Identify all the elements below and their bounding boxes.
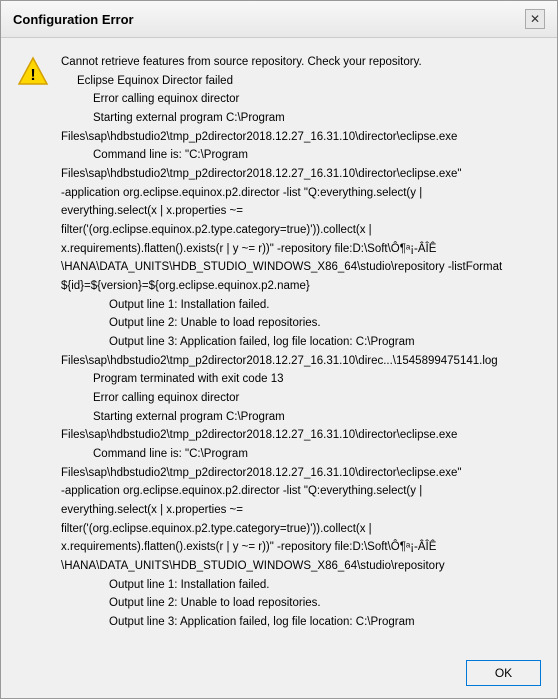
dialog-body: ! Cannot retrieve features from source r… (1, 38, 557, 650)
msg-line24: -application org.eclipse.equinox.p2.dire… (61, 483, 541, 500)
msg-line31: Output line 3: Application failed, log f… (61, 614, 541, 631)
msg-line15: Output line 2: Unable to load repositori… (61, 315, 541, 332)
msg-line3: Error calling equinox director (61, 91, 541, 108)
msg-line5: Files\sap\hdbstudio2\tmp_p2director2018.… (61, 129, 541, 146)
configuration-error-dialog: Configuration Error ✕ ! Cannot retrieve … (0, 0, 558, 699)
msg-line11: x.requirements).flatten().exists(r | y ~… (61, 241, 541, 258)
msg-line7: Files\sap\hdbstudio2\tmp_p2director2018.… (61, 166, 541, 183)
msg-line8: -application org.eclipse.equinox.p2.dire… (61, 185, 541, 202)
msg-line2: Eclipse Equinox Director failed (61, 73, 541, 90)
close-button[interactable]: ✕ (525, 9, 545, 29)
msg-line28: \HANA\DATA_UNITS\HDB_STUDIO_WINDOWS_X86_… (61, 558, 541, 575)
svg-text:!: ! (30, 67, 35, 84)
msg-line21: Files\sap\hdbstudio2\tmp_p2director2018.… (61, 427, 541, 444)
msg-line20: Starting external program C:\Program (61, 409, 541, 426)
msg-line12: \HANA\DATA_UNITS\HDB_STUDIO_WINDOWS_X86_… (61, 259, 541, 276)
message-area: Cannot retrieve features from source rep… (61, 54, 541, 634)
ok-button[interactable]: OK (466, 660, 541, 686)
dialog-footer: OK (1, 650, 557, 698)
msg-line17: Files\sap\hdbstudio2\tmp_p2director2018.… (61, 353, 541, 370)
msg-line14: Output line 1: Installation failed. (61, 297, 541, 314)
title-bar: Configuration Error ✕ (1, 1, 557, 38)
msg-line10: filter('(org.eclipse.equinox.p2.type.cat… (61, 222, 541, 239)
msg-line26: filter('(org.eclipse.equinox.p2.type.cat… (61, 521, 541, 538)
msg-line13: ${id}=${version}=${org.eclipse.equinox.p… (61, 278, 541, 295)
dialog-title: Configuration Error (13, 12, 134, 27)
msg-line6: Command line is: "C:\Program (61, 147, 541, 164)
warning-icon: ! (17, 56, 49, 88)
msg-line1: Cannot retrieve features from source rep… (61, 54, 541, 71)
msg-line32: Files\sap\hdbstudio2\tmp_p2director2018.… (61, 633, 541, 634)
msg-line22: Command line is: "C:\Program (61, 446, 541, 463)
msg-line9: everything.select(x | x.properties ~= (61, 203, 541, 220)
msg-line27: x.requirements).flatten().exists(r | y ~… (61, 539, 541, 556)
msg-line29: Output line 1: Installation failed. (61, 577, 541, 594)
msg-line25: everything.select(x | x.properties ~= (61, 502, 541, 519)
msg-line19: Error calling equinox director (61, 390, 541, 407)
msg-line16: Output line 3: Application failed, log f… (61, 334, 541, 351)
msg-line18: Program terminated with exit code 13 (61, 371, 541, 388)
msg-line30: Output line 2: Unable to load repositori… (61, 595, 541, 612)
msg-line4: Starting external program C:\Program (61, 110, 541, 127)
msg-line23: Files\sap\hdbstudio2\tmp_p2director2018.… (61, 465, 541, 482)
